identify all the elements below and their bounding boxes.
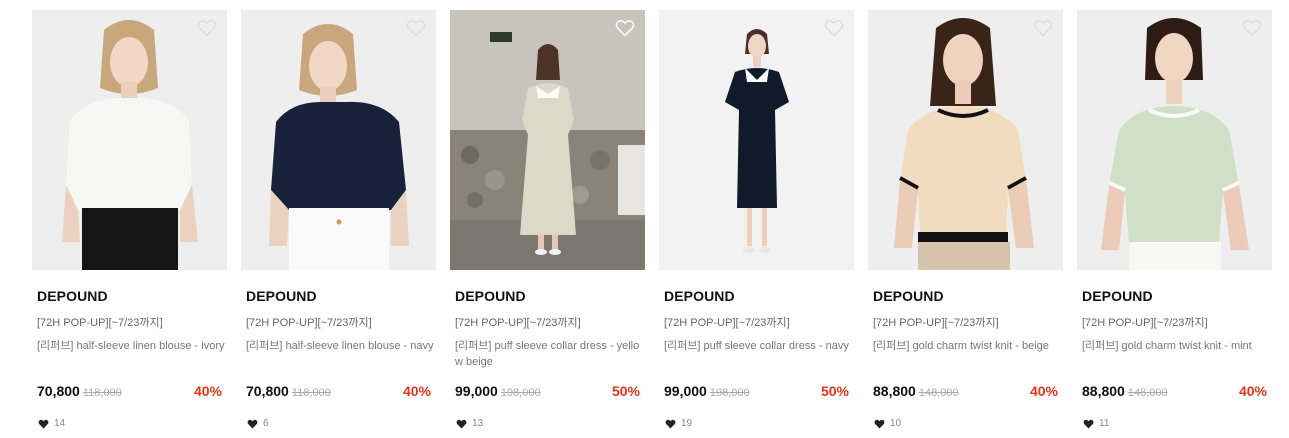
likes-row: 10 [874, 418, 1063, 429]
promo-label: [72H POP-UP][~7/23까지] [37, 317, 163, 329]
wishlist-heart-icon[interactable] [615, 19, 635, 37]
likes-count: 13 [472, 418, 484, 429]
product-photo [32, 10, 227, 270]
original-price: 118,000 [291, 387, 331, 399]
brand-name[interactable]: DEPOUND [873, 288, 1063, 304]
sale-price: 70,800 [246, 383, 289, 399]
product-image[interactable] [1077, 10, 1272, 270]
product-card[interactable]: DEPOUND [72H POP-UP][~7/23까지] [리퍼브] puff… [450, 10, 645, 429]
heart-filled-icon [38, 419, 49, 429]
product-card[interactable]: DEPOUND [72H POP-UP][~7/23까지] [리퍼브] gold… [868, 10, 1063, 429]
product-photo [241, 10, 436, 270]
product-card[interactable]: DEPOUND [72H POP-UP][~7/23까지] [리퍼브] puff… [659, 10, 854, 429]
price-row: 99,000 198,000 50% [664, 383, 854, 401]
wishlist-heart-icon[interactable] [1242, 19, 1262, 37]
product-name[interactable]: [리퍼브] gold charm twist knit - mint [1082, 338, 1270, 370]
product-name[interactable]: [리퍼브] puff sleeve collar dress - yellow … [455, 338, 643, 370]
likes-row: 11 [1083, 418, 1272, 429]
original-price: 148,000 [918, 387, 959, 399]
heart-filled-icon [1083, 419, 1094, 429]
sale-price: 88,800 [1082, 383, 1125, 399]
likes-count: 14 [54, 418, 66, 429]
product-card[interactable]: DEPOUND [72H POP-UP][~7/23까지] [리퍼브] gold… [1077, 10, 1272, 429]
promo-label: [72H POP-UP][~7/23까지] [873, 317, 999, 329]
likes-count: 19 [681, 418, 693, 429]
product-photo [659, 10, 854, 270]
wishlist-heart-icon[interactable] [1033, 19, 1053, 37]
wishlist-heart-icon[interactable] [197, 19, 217, 37]
original-price: 198,000 [500, 387, 541, 399]
promo-label: [72H POP-UP][~7/23까지] [246, 317, 372, 329]
product-name[interactable]: [리퍼브] puff sleeve collar dress - navy [664, 338, 852, 370]
promo-label: [72H POP-UP][~7/23까지] [455, 317, 581, 329]
heart-filled-icon [665, 419, 676, 429]
product-name[interactable]: [리퍼브] half-sleeve linen blouse - ivory [37, 338, 225, 370]
product-card[interactable]: DEPOUND [72H POP-UP][~7/23까지] [리퍼브] half… [32, 10, 227, 429]
original-price: 198,000 [709, 387, 750, 399]
product-image[interactable] [868, 10, 1063, 270]
heart-filled-icon [247, 419, 258, 429]
sale-price: 99,000 [664, 383, 707, 399]
likes-count: 11 [1099, 418, 1110, 429]
likes-count: 6 [263, 418, 269, 429]
wishlist-heart-icon[interactable] [406, 19, 426, 37]
brand-name[interactable]: DEPOUND [246, 288, 436, 304]
likes-row: 19 [665, 418, 854, 429]
product-image[interactable] [659, 10, 854, 270]
price-row: 99,000 198,000 50% [455, 383, 645, 401]
product-name[interactable]: [리퍼브] gold charm twist knit - beige [873, 338, 1061, 370]
discount-rate: 40% [193, 383, 222, 399]
product-photo [450, 10, 645, 270]
product-image[interactable] [241, 10, 436, 270]
discount-rate: 40% [402, 383, 431, 399]
sale-price: 88,800 [873, 383, 916, 399]
brand-name[interactable]: DEPOUND [37, 288, 227, 304]
likes-count: 10 [890, 418, 902, 429]
product-grid: DEPOUND [72H POP-UP][~7/23까지] [리퍼브] half… [32, 10, 1272, 429]
original-price: 148,000 [1127, 387, 1168, 399]
promo-label: [72H POP-UP][~7/23까지] [1082, 317, 1208, 329]
wishlist-heart-icon[interactable] [824, 19, 844, 37]
discount-rate: 40% [1238, 383, 1267, 399]
likes-row: 6 [247, 418, 436, 429]
likes-row: 13 [456, 418, 645, 429]
product-photo [1077, 10, 1272, 270]
brand-name[interactable]: DEPOUND [455, 288, 645, 304]
brand-name[interactable]: DEPOUND [1082, 288, 1272, 304]
price-row: 88,800 148,000 40% [1082, 383, 1272, 401]
original-price: 118,000 [82, 387, 122, 399]
price-row: 88,800 148,000 40% [873, 383, 1063, 401]
brand-name[interactable]: DEPOUND [664, 288, 854, 304]
product-name[interactable]: [리퍼브] half-sleeve linen blouse - navy [246, 338, 434, 370]
sale-price: 70,800 [37, 383, 80, 399]
promo-label: [72H POP-UP][~7/23까지] [664, 317, 790, 329]
discount-rate: 40% [1029, 383, 1058, 399]
likes-row: 14 [38, 418, 227, 429]
discount-rate: 50% [611, 383, 640, 399]
heart-filled-icon [456, 419, 467, 429]
heart-filled-icon [874, 419, 885, 429]
sale-price: 99,000 [455, 383, 498, 399]
price-row: 70,800 118,000 40% [246, 383, 436, 401]
product-image[interactable] [32, 10, 227, 270]
product-card[interactable]: DEPOUND [72H POP-UP][~7/23까지] [리퍼브] half… [241, 10, 436, 429]
discount-rate: 50% [820, 383, 849, 399]
product-photo [868, 10, 1063, 270]
price-row: 70,800 118,000 40% [37, 383, 227, 401]
product-image[interactable] [450, 10, 645, 270]
